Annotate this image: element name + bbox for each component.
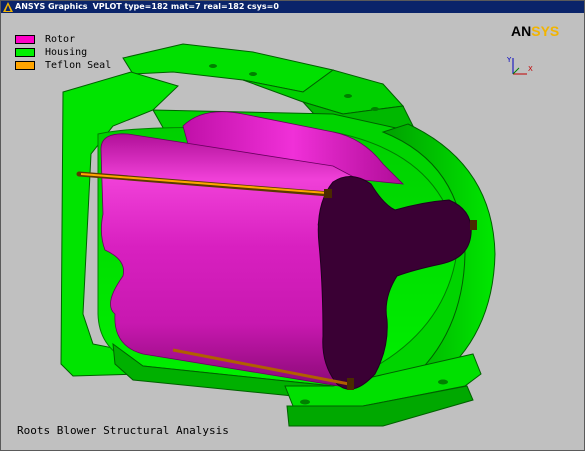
triad-y-label: Y <box>507 56 512 64</box>
ansys-logo: ANSYS <box>511 23 559 39</box>
roots-blower-model <box>60 43 496 427</box>
legend-swatch-housing <box>15 48 35 57</box>
teflon-seal-bottom-end <box>347 378 354 390</box>
logo-part-sys: SYS <box>531 23 560 39</box>
legend-label: Housing <box>45 47 88 58</box>
window-title-info: VPLOT type=182 mat=7 real=182 csys=0 <box>92 2 279 11</box>
teflon-seal-top-end <box>324 189 332 198</box>
graphics-viewport[interactable]: Rotor Housing Teflon Seal ANSYS Y X Root… <box>3 14 584 450</box>
legend-swatch-teflon-seal <box>15 61 35 70</box>
window-title-app: ANSYS Graphics <box>15 2 88 11</box>
plot-caption: Roots Blower Structural Analysis <box>17 424 229 437</box>
ansys-graphics-window: ANSYS Graphics VPLOT type=182 mat=7 real=… <box>0 0 585 451</box>
axis-triad: Y X <box>507 56 533 75</box>
teflon-seal-right-end <box>470 220 477 230</box>
legend-label: Rotor <box>45 34 76 45</box>
logo-part-an: AN <box>511 23 532 39</box>
triad-x-label: X <box>528 65 533 73</box>
title-bar[interactable]: ANSYS Graphics VPLOT type=182 mat=7 real=… <box>1 1 584 13</box>
legend-swatch-rotor <box>15 35 35 44</box>
legend-label: Teflon Seal <box>45 60 112 71</box>
ansys-app-icon <box>3 2 13 12</box>
